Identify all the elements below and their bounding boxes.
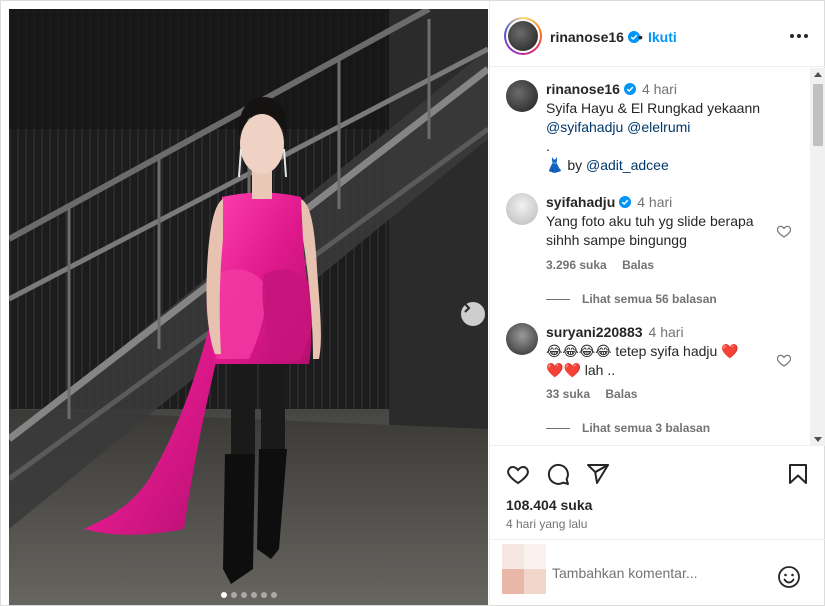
comments-list[interactable]: rinanose16 4 hari Syifa Hayu & El Rungkad… [490,68,825,446]
comment-avatar[interactable] [506,193,538,225]
comment-username[interactable]: suryani220883 [546,324,643,340]
comment-avatar[interactable] [506,323,538,355]
mention-link[interactable]: @syifahadju [546,119,623,135]
comment-time: 4 hari [648,324,684,340]
post-side-panel: rinanose16 • Ikuti rinanose16 4 hari Syif… [489,1,825,606]
heart-emoji: ❤️ [563,362,581,378]
caption-line3: . [546,138,550,154]
caption-time: 4 hari [641,81,677,97]
like-heart-icon[interactable] [506,462,530,486]
post-actions [490,454,825,494]
reply-button[interactable]: Balas [605,387,637,401]
caption-line1: Syifa Hayu & El Rungkad yekaann [546,100,761,116]
carousel-dot [271,592,277,598]
caption-username[interactable]: rinanose16 [546,81,620,97]
comment-likes[interactable]: 33 suka [546,387,590,401]
carousel-dot [251,592,257,598]
comment-text: Yang foto aku tuh yg slide berapa sihhh … [546,213,754,248]
view-replies-button[interactable]: Lihat semua 56 balasan [546,292,717,306]
mention-link[interactable]: @elelrumi [627,119,690,135]
emoji-picker-icon[interactable] [777,565,801,589]
like-comment-heart-icon[interactable] [776,223,792,239]
likes-count[interactable]: 108.404 suka [506,497,592,513]
save-bookmark-icon[interactable] [786,462,810,486]
chevron-right-icon [464,303,471,313]
comment-username[interactable]: syifahadju [546,194,615,210]
carousel-dot [231,592,237,598]
post-header: rinanose16 • Ikuti [490,7,825,67]
like-comment-heart-icon[interactable] [776,352,792,368]
post-time[interactable]: 4 hari yang lalu [506,517,587,531]
comment-time: 4 hari [637,194,673,210]
comment-text: tetep syifa hadju [615,343,718,359]
user-avatar-pixelated [502,544,546,594]
author-username[interactable]: rinanose16 [550,29,640,45]
comment-meta: 33 suka Balas [546,387,637,401]
photo-illustration [9,9,488,605]
comment-likes[interactable]: 3.296 suka [546,258,607,272]
carousel-dot [221,592,227,598]
verified-badge-icon [623,83,636,95]
verified-badge-icon [619,196,632,208]
caption-avatar[interactable] [506,80,538,112]
comment-input[interactable] [552,565,772,581]
carousel-indicator [221,592,277,598]
mention-link[interactable]: @adit_adcee [586,157,669,173]
carousel-dot [261,592,267,598]
post-modal: rinanose16 • Ikuti rinanose16 4 hari Syif… [0,0,825,606]
reply-button[interactable]: Balas [622,258,654,272]
scrollbar-thumb[interactable] [813,84,823,146]
comment-emojis: 😂😂😂😂 [546,343,612,359]
more-options-icon[interactable] [787,26,811,46]
view-replies-button[interactable]: Lihat semua 3 balasan [546,421,710,435]
header-separator: • [638,29,643,45]
dress-emoji: 👗 [546,157,564,173]
carousel-dot [241,592,247,598]
scroll-down-arrow-icon[interactable] [814,437,822,442]
post-photo[interactable] [9,9,488,605]
comment: suryani220883 4 hari 😂😂😂😂 tetep syifa had… [546,323,776,380]
heart-emoji: ❤️ [721,343,739,359]
comment-text-end: lah .. [584,362,616,378]
author-avatar[interactable] [504,17,542,55]
comments-scrollbar[interactable] [810,68,825,445]
heart-emoji: ❤️ [546,362,564,378]
caption: rinanose16 4 hari Syifa Hayu & El Rungkad… [546,80,796,175]
scroll-up-arrow-icon[interactable] [814,72,822,77]
caption-by: by [567,157,583,173]
carousel-next-button[interactable] [461,302,485,326]
comment-meta: 3.296 suka Balas [546,258,654,272]
add-comment-bar [490,539,825,606]
follow-button[interactable]: Ikuti [648,29,677,45]
share-send-icon[interactable] [586,462,610,486]
comment-bubble-icon[interactable] [546,462,570,486]
comment: syifahadju 4 hari Yang foto aku tuh yg sl… [546,193,776,250]
